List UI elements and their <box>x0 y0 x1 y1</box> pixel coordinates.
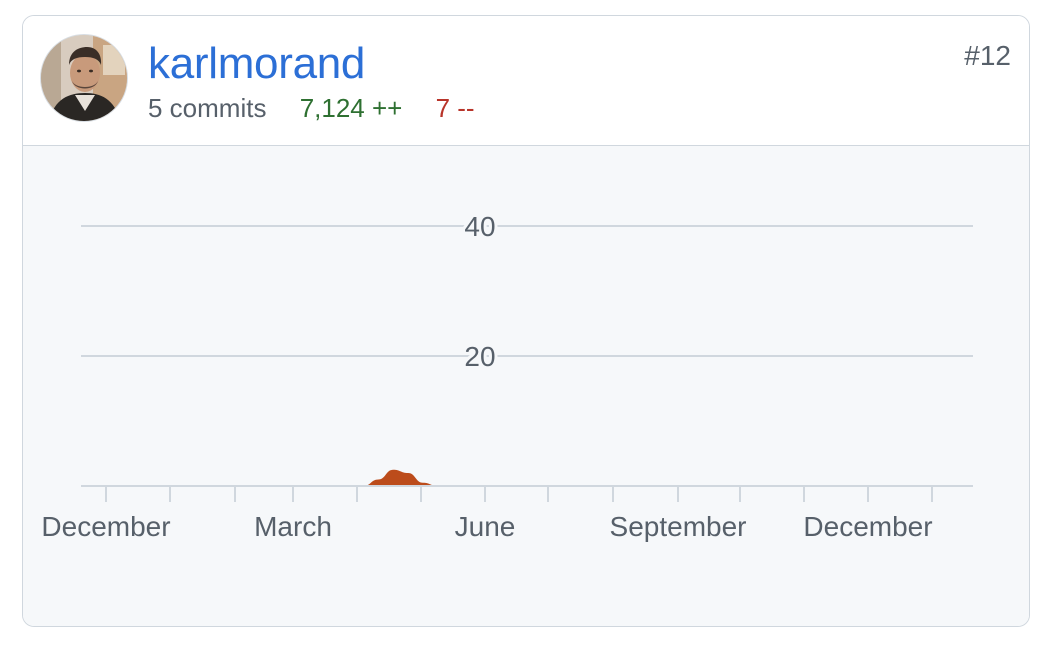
contributor-card: karlmorand 5 commits 7,124 ++ 7 -- #12 2… <box>22 15 1030 627</box>
y-tick-label: 40 <box>464 211 495 242</box>
username-link[interactable]: karlmorand <box>148 38 365 90</box>
commits-area-chart: 20 40 December March June September December <box>41 208 973 542</box>
contribution-stats: 5 commits 7,124 ++ 7 -- <box>148 92 475 124</box>
commits-count[interactable]: 5 commits <box>148 92 266 124</box>
commits-area-series <box>81 469 973 486</box>
y-tick-label: 20 <box>464 341 495 372</box>
contributor-rank: #12 <box>964 40 1011 71</box>
x-tick-label: December <box>41 511 170 542</box>
x-tick-label: December <box>803 511 932 542</box>
x-tick-label: March <box>254 511 332 542</box>
deletions-count: 7 -- <box>435 93 475 123</box>
contribution-chart: 20 40 December March June September December <box>23 146 1029 626</box>
x-tick-label: June <box>455 511 516 542</box>
avatar-photo <box>41 35 127 121</box>
avatar[interactable] <box>40 34 128 122</box>
x-tick-label: September <box>610 511 747 542</box>
additions-count: 7,124 ++ <box>299 93 403 123</box>
contributor-header: karlmorand 5 commits 7,124 ++ 7 -- #12 <box>23 16 1029 146</box>
